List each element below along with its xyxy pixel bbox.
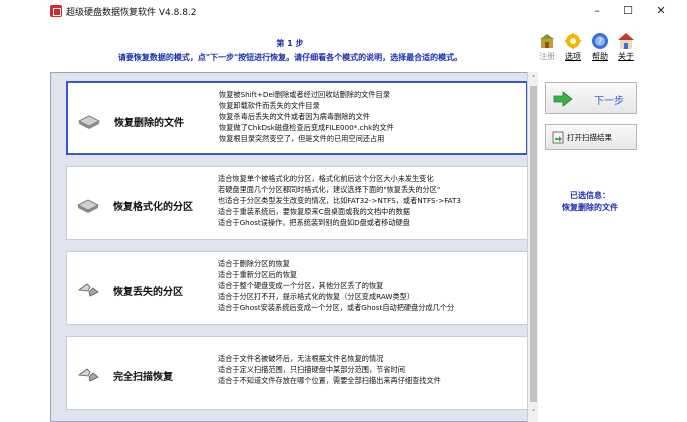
mode-description-line: 恢复杀毒后丢失的文件或者因为病毒删除的文件	[219, 112, 370, 121]
close-button[interactable]: ✕	[650, 2, 672, 20]
app-logo-icon	[50, 5, 62, 17]
mode-description: 适合于文件名被破坏后，无法根据文件名恢复的情况 适合于定义扫描范围，只扫描硬盘中…	[218, 353, 529, 386]
mode-description-line: 适合于重装系统后，要恢复原来C盘桌面或我的文档中的数据	[218, 207, 410, 216]
selected-info-title: 已选信息：	[570, 191, 610, 200]
register-button[interactable]: 注册	[535, 32, 559, 62]
mode-description-line: 若硬盘里面几个分区都同时格式化，建议选择下面的"恢复丢失的分区"	[218, 185, 441, 194]
disk-icon	[78, 115, 100, 129]
selected-info-value: 恢复删除的文件	[562, 203, 618, 212]
mode-description-line: 适合于重新分区后的恢复	[218, 270, 298, 279]
options-label: 选项	[565, 52, 581, 61]
scroll-down-button[interactable]: ˅	[528, 408, 539, 418]
about-button[interactable]: 关于	[614, 32, 638, 62]
mode-card-formatted-partition[interactable]: 恢复格式化的分区 适合恢复单个被格式化的分区，格式化前后这个分区大小未发生变化 …	[66, 166, 528, 240]
mode-description-line: 恢复卸载软件而丢失的文件目录	[219, 101, 320, 110]
mode-card-lost-partition[interactable]: 恢复丢失的分区 适合于删除分区的恢复 适合于重新分区后的恢复 适合于整个硬盘变成…	[66, 251, 528, 325]
broken-disk-icon	[77, 368, 99, 382]
side-panel: 下一步 打开扫描结果 已选信息： 恢复删除的文件	[540, 72, 655, 422]
next-step-button[interactable]: 下一步	[545, 82, 637, 114]
register-label: 注册	[539, 52, 555, 61]
mode-description-line: 适合于文件名被破坏后，无法根据文件名恢复的情况	[218, 354, 384, 363]
recovery-mode-list: 恢复删除的文件 恢复被Shift+Del删除或者经过回收站删除的文件目录 恢复卸…	[50, 72, 538, 422]
help-button[interactable]: ? 帮助	[588, 32, 612, 62]
step-description: 请要恢复数据的模式，点"下一步"按钮进行恢复。请仔细看各个模式的说明，选择最合适…	[117, 53, 463, 62]
mode-description-line: 适合于分区打不开，提示格式化的恢复（分区变成RAW类型）	[218, 292, 415, 301]
about-label: 关于	[618, 52, 634, 61]
mode-card-full-scan[interactable]: 完全扫描恢复 适合于文件名被破坏后，无法根据文件名恢复的情况 适合于定义扫描范围…	[66, 336, 528, 410]
scroll-up-button[interactable]: ˄	[528, 74, 539, 84]
next-step-label: 下一步	[594, 96, 624, 107]
title-bar: 超级硬盘数据恢复软件 V4.8.8.2 – ☐ ✕	[0, 0, 687, 24]
scroll-thumb[interactable]	[530, 86, 537, 402]
mode-description-line: 适合于整个硬盘变成一个分区，其他分区丢了的恢复	[218, 281, 384, 290]
mode-description-line: 适合恢复单个被格式化的分区，格式化前后这个分区大小未发生变化	[218, 174, 434, 183]
svg-text:?: ?	[598, 37, 602, 46]
mode-description-line: 恢复被Shift+Del删除或者经过回收站删除的文件目录	[219, 90, 390, 99]
arrow-right-icon	[553, 91, 573, 107]
mode-description-line: 也适合于分区类型发生改变的情况，比如FAT32->NTFS，或者NTFS->FA…	[218, 196, 462, 205]
mode-name: 恢复格式化的分区	[113, 202, 193, 213]
options-button[interactable]: 选项	[561, 32, 585, 62]
mode-card-deleted-files[interactable]: 恢复删除的文件 恢复被Shift+Del删除或者经过回收站删除的文件目录 恢复卸…	[66, 81, 528, 155]
mode-description-line: 恢复做了ChkDsk磁盘检查后变成FILE000*.chk的文件	[219, 123, 394, 132]
maximize-button[interactable]: ☐	[617, 2, 639, 20]
mode-description-line: 适合于Ghost安装系统后变成一个分区，或者Ghost自动把硬盘分成几个分	[218, 303, 455, 312]
minimize-button[interactable]: –	[586, 2, 608, 20]
disk-icon	[77, 199, 99, 213]
open-scan-results-label: 打开扫描结果	[567, 133, 612, 142]
window-title: 超级硬盘数据恢复软件 V4.8.8.2	[66, 8, 197, 18]
help-label: 帮助	[592, 52, 608, 61]
mode-description-line: 适合于不知道文件存放在哪个位置，需要全部扫描出来再仔细查找文件	[218, 376, 441, 385]
mode-description-line: 恢复根目录突然变空了，但是文件的已用空间还占用	[219, 134, 385, 143]
broken-disk-icon	[77, 283, 99, 297]
register-icon	[540, 34, 554, 48]
mode-description-line: 适合于删除分区的恢复	[218, 259, 290, 268]
mode-name: 恢复删除的文件	[114, 118, 184, 129]
mode-description-line: 适合于Ghost误操作，把系统装到别的盘如D盘或者移动硬盘	[218, 218, 410, 227]
step-header: 第 1 步 请要恢复数据的模式，点"下一步"按钮进行恢复。请仔细看各个模式的说明…	[50, 24, 655, 74]
step-title: 第 1 步	[276, 39, 304, 48]
options-icon	[564, 32, 582, 50]
about-icon	[618, 33, 634, 49]
open-file-icon	[552, 131, 564, 144]
mode-name: 完全扫描恢复	[113, 372, 173, 383]
mode-description: 适合于删除分区的恢复 适合于重新分区后的恢复 适合于整个硬盘变成一个分区，其他分…	[218, 258, 529, 313]
help-icon: ?	[592, 33, 608, 49]
mode-name: 恢复丢失的分区	[113, 287, 183, 298]
open-scan-results-button[interactable]: 打开扫描结果	[545, 124, 637, 150]
mode-description: 恢复被Shift+Del删除或者经过回收站删除的文件目录 恢复卸载软件而丢失的文…	[219, 89, 530, 144]
list-scrollbar[interactable]: ˄ ˅	[527, 72, 538, 422]
mode-description-line: 适合于定义扫描范围，只扫描硬盘中某部分范围，节省时间	[218, 365, 405, 374]
mode-description: 适合恢复单个被格式化的分区，格式化前后这个分区大小未发生变化 若硬盘里面几个分区…	[218, 173, 529, 228]
